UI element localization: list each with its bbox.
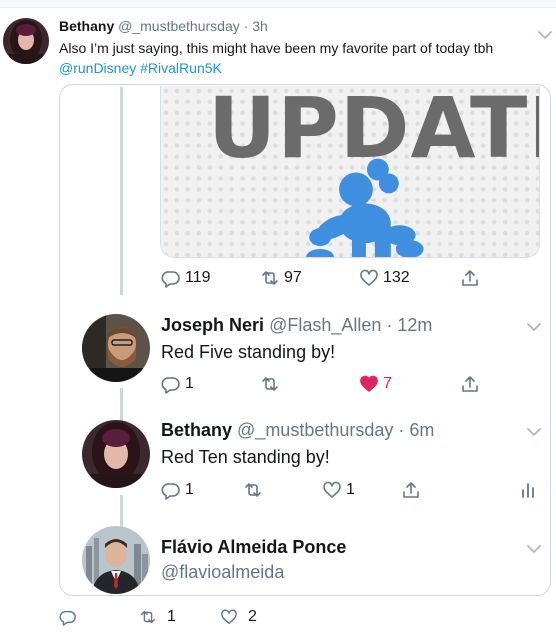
like-count: 7 — [383, 375, 392, 392]
avatar[interactable] — [3, 18, 49, 64]
update-image[interactable]: UPDATE — [160, 86, 540, 258]
tweet-time[interactable]: 3h — [252, 18, 268, 34]
tweet-body: Also I’m just saying, this might have be… — [59, 40, 494, 56]
chevron-down-icon[interactable] — [536, 26, 554, 44]
share-button[interactable] — [460, 268, 480, 288]
like-count: 132 — [383, 269, 410, 286]
share-icon — [403, 482, 419, 498]
author-name[interactable]: Joseph Neri — [161, 315, 264, 335]
retweet-button[interactable] — [243, 480, 263, 500]
reply-icon — [161, 271, 180, 288]
retweet-count: 97 — [284, 269, 302, 286]
reply-button[interactable]: 1 — [161, 374, 194, 394]
avatar[interactable] — [82, 526, 150, 594]
heart-icon — [360, 269, 378, 286]
like-count: 1 — [346, 481, 355, 498]
like-button[interactable]: 132 — [359, 268, 410, 288]
like-button[interactable]: 1 — [322, 480, 355, 500]
author-handle[interactable]: @flavioalmeida — [161, 562, 284, 583]
reply-text: Red Five standing by! — [161, 342, 336, 362]
reply-button[interactable]: 119 — [161, 268, 211, 288]
avatar[interactable] — [82, 420, 150, 488]
share-button[interactable] — [401, 480, 421, 500]
retweet-button[interactable] — [260, 374, 280, 394]
reply-header: Joseph Neri @Flash_Allen · 12m — [161, 315, 432, 336]
reply-count: 119 — [185, 269, 211, 286]
reply-header: Flávio Almeida Ponce — [161, 537, 346, 558]
like-button[interactable]: 7 — [359, 374, 392, 394]
avatar[interactable] — [82, 314, 150, 382]
retweet-button[interactable]: 1 — [139, 608, 176, 626]
retweet-icon — [262, 377, 278, 391]
retweet-icon — [262, 271, 278, 285]
chevron-down-icon[interactable] — [525, 318, 543, 336]
separator: · — [239, 18, 253, 34]
reply-button[interactable] — [59, 608, 77, 626]
tweet-text: Also I’m just saying, this might have be… — [59, 38, 519, 78]
heart-icon — [360, 375, 378, 392]
separator: · — [393, 420, 410, 440]
like-count: 2 — [248, 608, 257, 625]
reply-count: 1 — [185, 481, 194, 498]
separator: · — [381, 315, 398, 335]
reply-icon — [161, 483, 180, 500]
analytics-icon — [522, 483, 534, 498]
author-name[interactable]: Bethany — [161, 420, 232, 440]
chevron-down-icon[interactable] — [525, 540, 543, 558]
retweet-icon — [245, 483, 261, 497]
share-icon — [462, 376, 478, 392]
tweet-header: Bethany @_mustbethursday · 3h — [59, 18, 268, 34]
top-divider — [0, 0, 556, 8]
retweet-icon — [140, 610, 156, 624]
share-icon — [462, 270, 478, 286]
thread-line — [120, 495, 123, 529]
hashtag-link[interactable]: #RivalRun5K — [140, 60, 222, 76]
reply-button[interactable]: 1 — [161, 480, 194, 500]
tweet-time[interactable]: 6m — [409, 420, 434, 440]
author-handle[interactable]: @_mustbethursday — [118, 18, 240, 34]
reply-count: 1 — [185, 375, 194, 392]
like-button[interactable]: 2 — [220, 608, 257, 626]
mention-link[interactable]: @runDisney — [59, 60, 136, 76]
author-handle[interactable]: @_mustbethursday — [237, 420, 393, 440]
thread-line — [120, 388, 123, 422]
reply-header: Bethany @_mustbethursday · 6m — [161, 420, 434, 441]
thread-line — [120, 87, 123, 295]
heart-icon — [221, 609, 237, 625]
chevron-down-icon[interactable] — [525, 423, 543, 441]
retweet-count: 1 — [167, 608, 176, 625]
analytics-button[interactable] — [518, 480, 538, 500]
author-name[interactable]: Flávio Almeida Ponce — [161, 537, 346, 557]
retweet-button[interactable]: 97 — [260, 268, 302, 288]
reply-text: Red Ten standing by! — [161, 447, 330, 467]
share-button[interactable] — [460, 374, 480, 394]
author-handle[interactable]: @Flash_Allen — [269, 315, 381, 335]
author-name[interactable]: Bethany — [59, 18, 114, 34]
heart-icon — [323, 481, 341, 498]
tweet-time[interactable]: 12m — [397, 315, 432, 335]
reply-icon — [161, 377, 180, 394]
reply-icon — [59, 610, 76, 626]
image-text: UPDATE — [208, 86, 539, 177]
